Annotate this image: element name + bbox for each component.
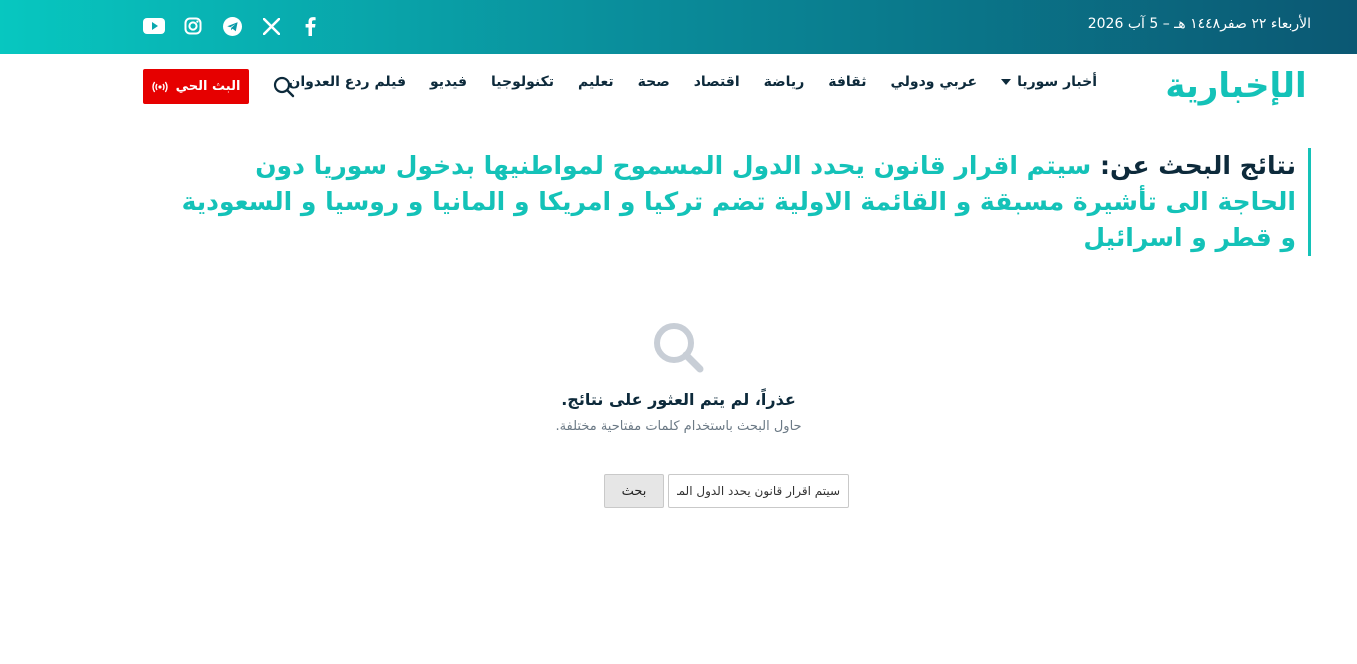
nav-item-film[interactable]: فيلم ردع العدوان xyxy=(288,74,406,90)
site-logo[interactable]: الإخبارية xyxy=(1161,62,1311,110)
top-bar: الأربعاء ٢٢ صفر١٤٤٨ هـ – 5 آب 2026 xyxy=(0,0,1357,54)
instagram-icon[interactable] xyxy=(181,14,205,38)
search-icon xyxy=(651,320,707,376)
search-icon[interactable] xyxy=(272,75,296,99)
search-form: بحث xyxy=(604,474,849,508)
live-stream-button[interactable]: البث الحي xyxy=(143,69,249,104)
results-label: نتائج البحث عن: xyxy=(1099,151,1296,180)
nav-item-label: أخبار سوريا xyxy=(1017,74,1097,90)
youtube-icon[interactable] xyxy=(142,14,166,38)
x-icon[interactable] xyxy=(259,14,283,38)
no-results-panel: عذراً، لم يتم العثور على نتائج. حاول الب… xyxy=(0,320,1357,434)
chevron-down-icon xyxy=(1001,79,1012,85)
social-links xyxy=(142,14,337,38)
search-results-heading: نتائج البحث عن: سيتم اقرار قانون يحدد ال… xyxy=(176,148,1311,256)
nav-item-arab-world[interactable]: عربي ودولي xyxy=(891,74,978,90)
nav-item-economy[interactable]: اقتصاد xyxy=(694,74,740,90)
date-text: الأربعاء ٢٢ صفر١٤٤٨ هـ – 5 آب 2026 xyxy=(1087,16,1311,32)
nav-item-video[interactable]: فيديو xyxy=(430,74,467,90)
nav-item-technology[interactable]: تكنولوجيا xyxy=(491,74,554,90)
nav-item-syria-news[interactable]: أخبار سوريا xyxy=(1001,74,1097,90)
nav-item-health[interactable]: صحة xyxy=(638,74,670,90)
nav-item-education[interactable]: تعليم xyxy=(578,74,614,90)
nav-menu: أخبار سوريا عربي ودولي ثقافة رياضة اقتصا… xyxy=(288,74,1097,90)
nav-item-sports[interactable]: رياضة xyxy=(764,74,805,90)
telegram-icon[interactable] xyxy=(220,14,244,38)
main-nav: الإخبارية أخبار سوريا عربي ودولي ثقافة ر… xyxy=(0,54,1357,118)
live-label: البث الحي xyxy=(175,79,241,94)
no-results-subtitle: حاول البحث باستخدام كلمات مفتاحية مختلفة… xyxy=(555,419,802,434)
logo-text: الإخبارية xyxy=(1165,66,1307,106)
search-submit-button[interactable]: بحث xyxy=(604,474,664,508)
search-input[interactable] xyxy=(668,474,849,508)
no-results-title: عذراً، لم يتم العثور على نتائج. xyxy=(561,390,796,409)
facebook-icon[interactable] xyxy=(298,14,322,38)
broadcast-icon xyxy=(151,81,168,92)
nav-item-culture[interactable]: ثقافة xyxy=(828,74,866,90)
